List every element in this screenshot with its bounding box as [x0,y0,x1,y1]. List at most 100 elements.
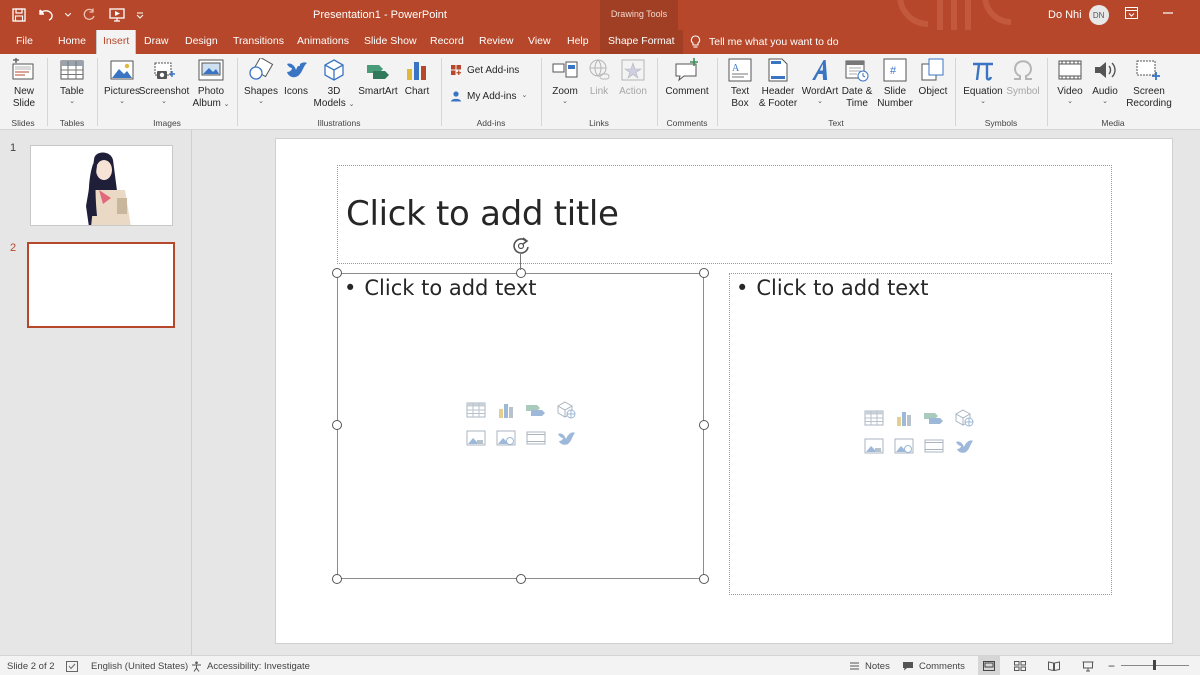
group-symbols: Equation ⌄ Symbol Symbols [956,54,1046,130]
insert-chart-icon[interactable] [495,400,517,420]
tab-view[interactable]: View [528,30,551,54]
slide-thumbnail-2[interactable] [27,242,175,328]
insert-table-icon[interactable] [465,400,487,420]
ribbon-display-options-icon[interactable] [1125,6,1138,24]
group-label-media: Media [1101,118,1125,128]
insert-video-icon[interactable] [923,436,945,456]
photo-album-button[interactable]: Photo Album ⌄ [190,56,232,110]
object-button[interactable]: Object [916,56,950,98]
tab-design[interactable]: Design [185,30,218,54]
anime-girl-picture [31,146,172,225]
thumbnail-number: 1 [10,142,17,154]
spelling-check-icon[interactable] [66,656,78,675]
zoom-button[interactable]: Zoom ⌄ [548,56,582,106]
comment-button[interactable]: Comment [664,56,710,98]
text-box-icon: A [727,56,753,84]
insert-3d-model-icon[interactable] [555,400,577,420]
tab-slide-show[interactable]: Slide Show [364,30,417,54]
comments-button[interactable]: Comments [902,656,965,675]
title-placeholder-text: Click to add title [346,194,619,234]
screenshot-button[interactable]: Screenshot ⌄ [139,56,189,106]
insert-smartart-icon[interactable] [525,400,547,420]
insert-icons-icon[interactable] [953,436,975,456]
tab-insert[interactable]: Insert [96,30,137,54]
tab-help[interactable]: Help [567,30,589,54]
resize-handle-top-left[interactable] [332,268,342,278]
equation-button[interactable]: Equation ⌄ [960,56,1006,106]
resize-handle-bottom-right[interactable] [699,574,709,584]
my-addins-button[interactable]: My Add-ins ⌄ [450,90,527,102]
tab-animations[interactable]: Animations [297,30,349,54]
slide-number-button[interactable]: # Slide Number [874,56,916,110]
date-time-button[interactable]: Date & Time [840,56,874,110]
wordart-icon [807,56,833,84]
insert-3d-model-icon[interactable] [953,408,975,428]
screen-recording-button[interactable]: Screen Recording [1122,56,1176,110]
new-slide-button[interactable]: New Slide [6,56,42,110]
minimize-icon[interactable] [1162,6,1174,24]
normal-view-button[interactable] [978,656,1000,675]
smartart-button[interactable]: SmartArt [356,56,400,98]
window-controls [1125,0,1174,30]
pictures-button[interactable]: Pictures ⌄ [102,56,142,106]
rotation-handle-icon[interactable] [510,235,532,257]
shapes-button[interactable]: Shapes ⌄ [242,56,280,106]
accessibility-checker[interactable]: Accessibility: Investigate [191,656,310,675]
left-content-placeholder[interactable]: Click to add text [337,273,704,579]
resize-handle-top[interactable] [516,268,526,278]
table-button[interactable]: Table ⌄ [56,56,88,106]
insert-video-icon[interactable] [525,428,547,448]
link-button[interactable]: Link [584,56,614,98]
icons-button[interactable]: Icons [280,56,312,98]
slide-show-button[interactable] [1082,656,1094,675]
group-text: A Text Box Header & Footer WordArt ⌄ Dat… [718,54,954,130]
tab-draw[interactable]: Draw [144,30,169,54]
reading-view-icon [1048,661,1060,671]
resize-handle-right[interactable] [699,420,709,430]
insert-stock-images-icon[interactable] [495,428,517,448]
zoom-out-icon[interactable]: − [1108,656,1115,675]
chart-button[interactable]: Chart [400,56,434,98]
insert-stock-images-icon[interactable] [893,436,915,456]
wordart-button[interactable]: WordArt ⌄ [800,56,840,106]
insert-pictures-icon[interactable] [465,428,487,448]
tab-home[interactable]: Home [58,30,86,54]
insert-chart-icon[interactable] [893,408,915,428]
resize-handle-bottom-left[interactable] [332,574,342,584]
slide-sorter-button[interactable] [1014,656,1026,675]
reading-view-button[interactable] [1048,656,1060,675]
insert-icons-icon[interactable] [555,428,577,448]
header-footer-button[interactable]: Header & Footer [756,56,800,110]
tell-me-search[interactable]: Tell me what you want to do [690,30,839,54]
audio-button[interactable]: Audio ⌄ [1088,56,1122,106]
chevron-down-icon: ⌄ [817,98,823,105]
screenshot-icon [151,56,177,84]
group-label-text: Text [828,118,844,128]
user-account[interactable]: Do Nhi DN [1048,0,1109,30]
zoom-slider-thumb[interactable] [1153,660,1156,670]
resize-handle-top-right[interactable] [699,268,709,278]
insert-smartart-icon[interactable] [923,408,945,428]
insert-pictures-icon[interactable] [863,436,885,456]
slide-thumbnail-1[interactable] [30,145,173,226]
symbol-button[interactable]: Symbol [1004,56,1042,98]
action-button[interactable]: Action [616,56,650,98]
text-box-button[interactable]: A Text Box [724,56,756,110]
tab-transitions[interactable]: Transitions [233,30,284,54]
3d-models-button[interactable]: 3D Models ⌄ [312,56,356,110]
insert-table-icon[interactable] [863,408,885,428]
tab-shape-format[interactable]: Shape Format [600,30,683,54]
tab-record[interactable]: Record [430,30,464,54]
title-placeholder[interactable]: Click to add title [337,165,1112,264]
get-addins-button[interactable]: Get Add-ins [450,64,519,76]
resize-handle-bottom[interactable] [516,574,526,584]
avatar[interactable]: DN [1088,5,1109,25]
slide-canvas[interactable]: Click to add title Click to add text Cli… [275,138,1173,644]
resize-handle-left[interactable] [332,420,342,430]
right-content-placeholder[interactable]: Click to add text [729,273,1112,595]
notes-button[interactable]: Notes [849,656,890,675]
language-indicator[interactable]: English (United States) [91,656,188,675]
tab-file[interactable]: File [16,30,33,54]
tab-review[interactable]: Review [479,30,513,54]
video-button[interactable]: Video ⌄ [1052,56,1088,106]
